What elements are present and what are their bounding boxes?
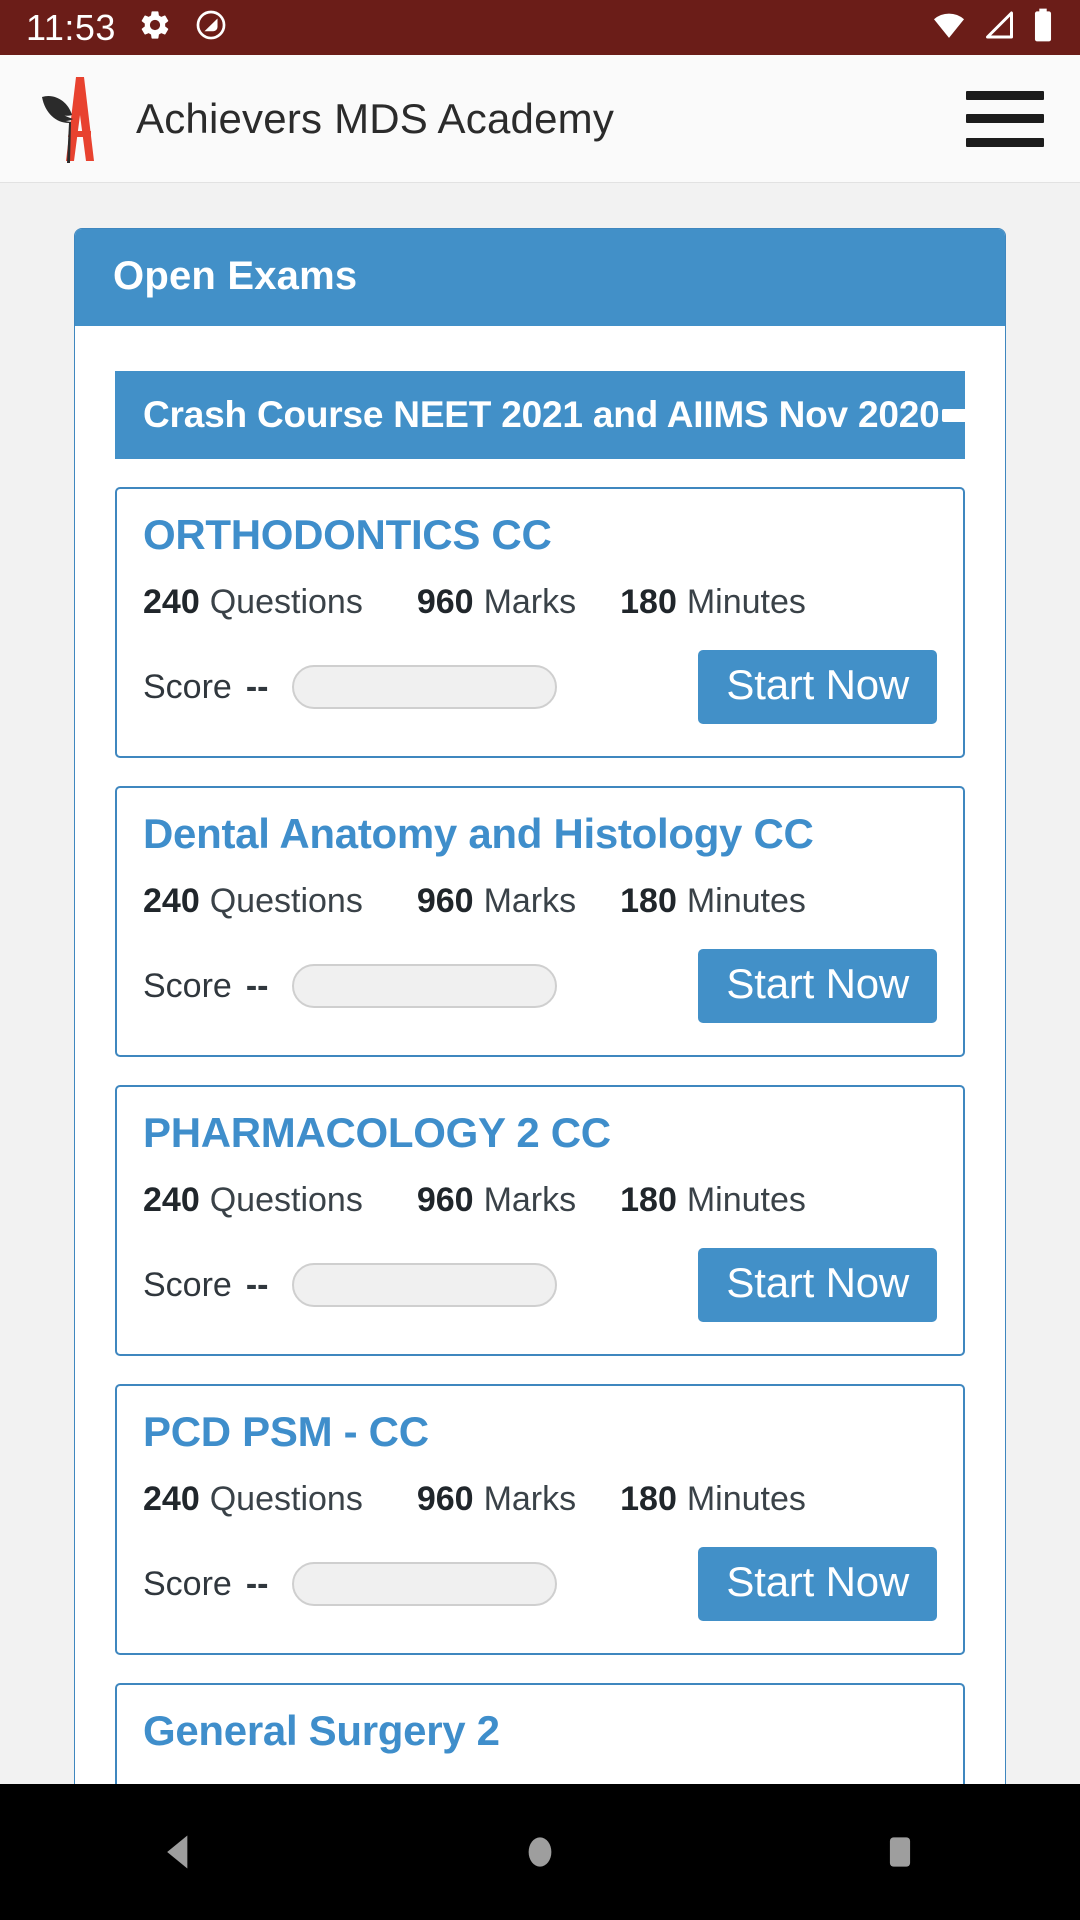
score-value: -- [245,966,269,1005]
exam-card: PCD PSM - CC 240 Questions 960 Marks 180 Minut… [115,1384,965,1655]
gear-icon [138,8,172,47]
panel-header: Open Exams [75,229,1005,326]
marks-stat: 960Marks [417,882,576,921]
questions-count: 240 [143,882,200,920]
marks-label: Marks [483,1181,577,1219]
exam-footer: Score -- Start Now [143,1242,937,1328]
exam-title: General Surgery 2 [143,1707,500,1754]
questions-count: 240 [143,1181,200,1219]
status-bar: 11:53 [0,0,1080,55]
questions-count: 240 [143,583,200,621]
start-now-button[interactable]: Start Now [698,1547,937,1621]
marks-label: Marks [483,882,577,920]
battery-icon [1032,8,1054,47]
course-group-toggle[interactable]: Crash Course NEET 2021 and AIIMS Nov 202… [115,371,965,459]
minutes-count: 180 [620,882,677,920]
questions-label: Questions [209,1181,363,1219]
exam-card: Dental Anatomy and Histology CC 240 Questi… [115,786,965,1057]
panel-body: Crash Course NEET 2021 and AIIMS Nov 202… [75,326,1005,1920]
panel-title: Open Exams [113,254,358,298]
minutes-count: 180 [620,1480,677,1518]
recents-button[interactable] [840,1792,960,1912]
score-value: -- [245,1265,269,1304]
score-progress-bar [292,1263,558,1307]
android-navigation-bar [0,1784,1080,1920]
score-progress-bar [292,665,558,709]
exam-title: PHARMACOLOGY 2 CC [143,1109,611,1156]
marks-stat: 960Marks [417,583,576,622]
marks-count: 960 [416,583,474,621]
questions-stat: 240Questions [143,882,363,921]
start-now-button[interactable]: Start Now [698,949,937,1023]
exam-stats: 240Questions 960Marks 180Minutes [143,583,937,622]
questions-stat: 240Questions [143,583,363,622]
course-group-title: Crash Course NEET 2021 and AIIMS Nov 202… [143,394,940,435]
exam-title: ORTHODONTICS CC [143,511,552,558]
exam-list: ORTHODONTICS CC 240 Questions 960 Marks 180 Mi… [115,487,965,1920]
minutes-stat: 180Minutes [620,583,806,622]
exam-footer: Score -- Start Now [143,1541,937,1627]
exam-stats: 240Questions 960Marks 180Minutes [143,1480,937,1519]
marks-label: Marks [483,583,577,621]
open-exams-panel: Open Exams Crash Course NEET 2021 and AI… [74,228,1006,1920]
start-now-button[interactable]: Start Now [698,1248,937,1322]
exam-stats: 240Questions 960Marks 180Minutes [143,882,937,921]
exam-title: PCD PSM - CC [143,1408,429,1455]
minutes-stat: 180Minutes [620,1181,806,1220]
home-button[interactable] [480,1792,600,1912]
minutes-stat: 180Minutes [620,882,806,921]
score-label: Score [143,966,232,1005]
minutes-count: 180 [620,583,677,621]
minutes-count: 180 [620,1181,677,1219]
questions-label: Questions [209,583,363,621]
back-button[interactable] [120,1792,240,1912]
do-not-disturb-icon [194,8,228,47]
minus-icon [941,408,965,422]
minutes-label: Minutes [686,1480,806,1518]
marks-stat: 960Marks [417,1181,576,1220]
score-label: Score [143,1564,232,1603]
exam-card: PHARMACOLOGY 2 CC 240 Questions 960 Marks 180… [115,1085,965,1356]
achievers-logo-icon [36,71,114,167]
questions-stat: 240Questions [143,1480,363,1519]
score-progress-bar [292,964,558,1008]
minutes-label: Minutes [686,1181,806,1219]
page-title: Achievers MDS Academy [136,94,615,142]
minutes-label: Minutes [686,583,806,621]
status-bar-right [931,8,1054,47]
score-label: Score [143,1265,232,1304]
status-bar-left: 11:53 [26,7,228,49]
score-value: -- [245,1564,269,1603]
marks-count: 960 [416,882,474,920]
start-now-button[interactable]: Start Now [698,650,937,724]
page-content: Open Exams Crash Course NEET 2021 and AI… [0,183,1080,1920]
cellular-signal-icon [983,9,1016,46]
marks-stat: 960Marks [417,1480,576,1519]
exam-footer: Score -- Start Now [143,943,937,1029]
status-bar-clock: 11:53 [26,6,116,48]
app-header: Achievers MDS Academy [0,55,1080,183]
questions-stat: 240Questions [143,1181,363,1220]
marks-count: 960 [416,1480,474,1518]
exam-stats: 240Questions 960Marks 180Minutes [143,1181,937,1220]
questions-count: 240 [143,1480,200,1518]
score-progress-bar [292,1562,558,1606]
score-value: -- [245,667,269,706]
app-root: 11:53 Achievers MDS Academy Open Exams C… [0,0,1080,1920]
questions-label: Questions [209,882,363,920]
minutes-label: Minutes [686,882,806,920]
score-label: Score [143,667,232,706]
exam-title: Dental Anatomy and Histology CC [143,810,814,857]
marks-label: Marks [483,1480,577,1518]
exam-card: ORTHODONTICS CC 240 Questions 960 Marks 180 Mi… [115,487,965,758]
questions-label: Questions [209,1480,363,1518]
hamburger-menu-icon[interactable] [966,87,1044,151]
exam-footer: Score -- Start Now [143,644,937,730]
minutes-stat: 180Minutes [620,1480,806,1519]
marks-count: 960 [416,1181,474,1219]
wifi-icon [931,9,967,46]
